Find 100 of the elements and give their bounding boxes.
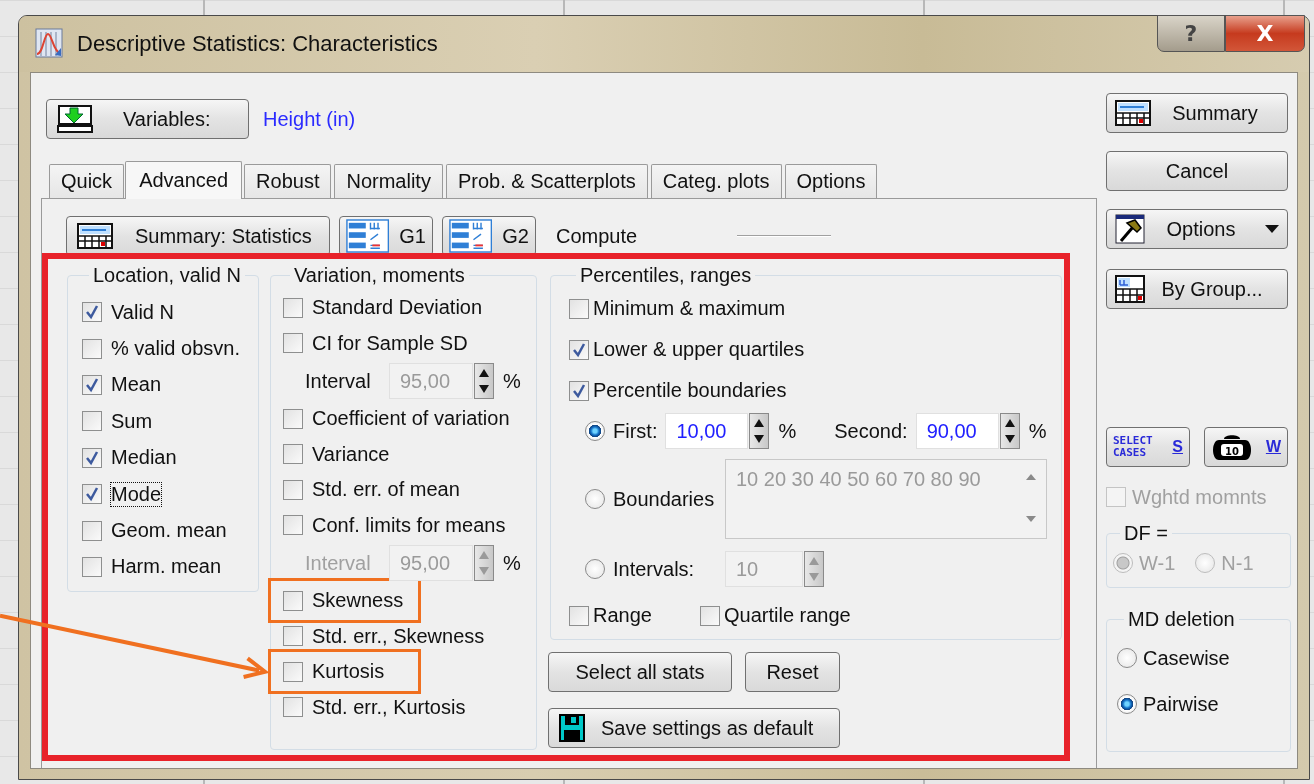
checkbox[interactable]	[283, 333, 303, 354]
select-cases-button[interactable]: SELECT CASES S	[1106, 427, 1190, 467]
tab[interactable]: Normality	[334, 164, 443, 198]
checkbox-label[interactable]: Std. err., Kurtosis	[312, 695, 466, 719]
tab[interactable]: Robust	[244, 164, 332, 198]
checkbox[interactable]	[283, 697, 303, 718]
checkbox[interactable]	[569, 339, 589, 360]
close-button[interactable]: X	[1225, 15, 1305, 52]
checkbox-label[interactable]: Valid N	[111, 300, 174, 324]
checkbox-label[interactable]: Mean	[111, 373, 162, 397]
save-default-button[interactable]: Save settings as default	[548, 708, 840, 748]
checkbox[interactable]	[82, 520, 102, 541]
graph-button[interactable]: G1	[339, 216, 433, 256]
checkbox[interactable]	[283, 444, 303, 465]
group-title: Variation, moments	[293, 264, 466, 287]
checkbox[interactable]	[82, 411, 102, 432]
checkbox[interactable]	[569, 380, 589, 401]
table-icon	[346, 218, 390, 254]
field-label: Interval	[305, 551, 372, 575]
tab[interactable]: Categ. plots	[650, 164, 782, 198]
checkbox[interactable]	[569, 606, 589, 626]
checkbox-label[interactable]: Quartile range	[724, 604, 851, 628]
input-field[interactable]: 10,00	[665, 413, 749, 449]
help-button[interactable]: ?	[1157, 15, 1225, 52]
radio-label[interactable]: Pairwise	[1143, 692, 1219, 716]
variables-button[interactable]: Variables:	[46, 99, 249, 139]
checkbox[interactable]	[283, 297, 303, 318]
checkbox[interactable]	[82, 556, 102, 577]
action-button[interactable]: Select all stats	[548, 652, 732, 692]
field-label: Interval	[305, 369, 372, 393]
checkbox[interactable]	[82, 447, 102, 468]
checkbox[interactable]	[283, 408, 303, 429]
checkbox[interactable]	[283, 515, 303, 536]
radio-label[interactable]: Intervals:	[613, 557, 717, 581]
radio-button[interactable]	[585, 559, 605, 579]
action-button[interactable]: Reset	[745, 652, 840, 692]
checkbox-label[interactable]: Conf. limits for means	[312, 513, 506, 537]
unit-label: %	[778, 419, 797, 443]
tab[interactable]: Options	[784, 164, 878, 198]
unit-label: %	[1028, 419, 1047, 443]
checkbox[interactable]	[569, 298, 589, 319]
radio-label[interactable]: Boundaries	[613, 487, 717, 511]
radio-button[interactable]	[585, 489, 605, 509]
checkbox-label[interactable]: Kurtosis	[312, 660, 385, 684]
weight-button[interactable]: 10 W	[1204, 427, 1288, 467]
checkbox[interactable]	[283, 590, 303, 611]
window-title: Descriptive Statistics: Characteristics	[77, 31, 438, 57]
checkbox-label[interactable]: Percentile boundaries	[593, 379, 787, 402]
checkbox[interactable]	[283, 626, 303, 647]
side-button[interactable]: Options	[1106, 209, 1288, 249]
input-field[interactable]: 90,00	[915, 413, 999, 449]
tab[interactable]: Prob. & Scatterplots	[445, 164, 648, 198]
checkbox-label[interactable]: Std. err., Skewness	[312, 624, 485, 648]
checkbox-label[interactable]: Median	[111, 446, 177, 470]
radio-label[interactable]: Casewise	[1143, 646, 1230, 670]
side-button[interactable]: By Group...	[1106, 269, 1288, 309]
checkbox[interactable]	[283, 661, 303, 682]
unit-label: %	[503, 369, 521, 393]
radio-button[interactable]	[1117, 694, 1137, 714]
radio-button[interactable]	[1117, 648, 1137, 668]
group-title: MD deletion	[1127, 608, 1236, 631]
checkbox-label[interactable]: Minimum & maximum	[593, 297, 786, 320]
checkbox-label[interactable]: Variance	[312, 442, 390, 466]
side-button[interactable]: Cancel	[1106, 151, 1288, 191]
checkbox-label[interactable]: CI for Sample SD	[312, 331, 468, 355]
unit-label: %	[503, 551, 521, 575]
checkbox-label[interactable]: Range	[593, 604, 652, 628]
graph-button[interactable]: G2	[442, 216, 536, 256]
summary-statistics-button[interactable]: Summary: Statistics	[66, 216, 330, 256]
spreadsheet-icon	[1115, 100, 1151, 126]
checkbox-label[interactable]: Geom. mean	[111, 519, 227, 543]
tab[interactable]: Quick	[49, 164, 125, 198]
checkbox-label[interactable]: Standard Deviation	[312, 296, 483, 320]
checkbox[interactable]	[82, 338, 102, 359]
checkbox[interactable]	[700, 606, 720, 626]
checkbox-label[interactable]: Skewness	[312, 589, 404, 613]
side-button[interactable]: Summary	[1106, 93, 1288, 133]
radio-button[interactable]	[585, 421, 605, 441]
checkbox[interactable]	[82, 374, 102, 395]
group-title: DF =	[1123, 522, 1169, 545]
group-title: Percentiles, ranges	[579, 264, 753, 287]
field-label: Second:	[834, 419, 908, 443]
checkbox[interactable]	[82, 302, 102, 323]
group-title: Location, valid N	[92, 264, 242, 287]
checkbox[interactable]	[82, 484, 102, 505]
spin-button[interactable]	[999, 413, 1020, 449]
checkbox[interactable]	[283, 479, 303, 500]
checkbox-label[interactable]: Std. err. of mean	[312, 478, 460, 502]
checkbox-label[interactable]: Mode	[111, 482, 162, 506]
variable-value: Height (in)	[263, 107, 356, 131]
dropdown-caret-icon	[1265, 225, 1279, 233]
checkbox-label[interactable]: Sum	[111, 409, 153, 433]
monitor-icon	[57, 105, 93, 133]
checkbox-label[interactable]: Lower & upper quartiles	[593, 338, 805, 361]
spin-button[interactable]	[749, 413, 770, 449]
checkbox-label[interactable]: Coefficient of variation	[312, 407, 510, 431]
checkbox-label[interactable]: Harm. mean	[111, 555, 222, 579]
spin-button[interactable]	[474, 363, 494, 399]
tab[interactable]: Advanced	[125, 161, 243, 199]
checkbox-label[interactable]: % valid obsvn.	[111, 337, 240, 361]
